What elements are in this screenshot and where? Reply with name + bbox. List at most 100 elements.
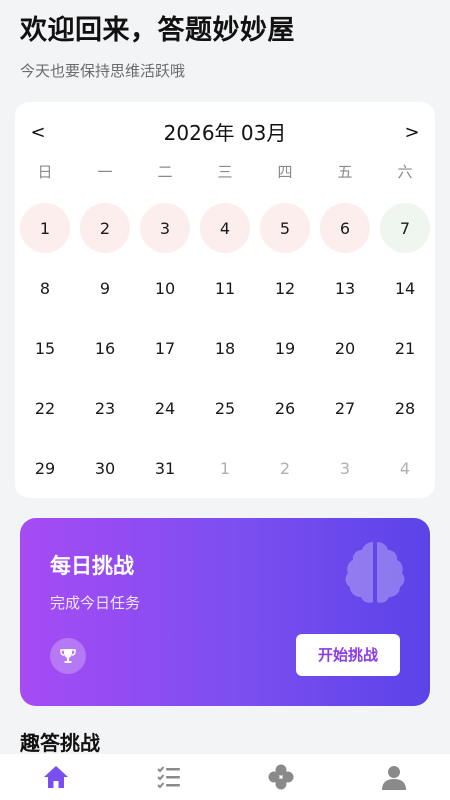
challenge-subtitle: 完成今日任务 — [50, 594, 141, 612]
calendar-day-label: 26 — [274, 398, 296, 418]
calendar-day[interactable]: 30 — [75, 438, 135, 498]
calendar-day-label: 31 — [154, 458, 176, 478]
calendar-day[interactable]: 19 — [255, 318, 315, 378]
calendar-day[interactable]: 8 — [15, 258, 75, 318]
calendar-day[interactable]: 2 — [255, 438, 315, 498]
calendar-day[interactable]: 31 — [135, 438, 195, 498]
calendar-day[interactable]: 5 — [255, 198, 315, 258]
calendar-day-label: 30 — [94, 458, 116, 478]
calendar-day[interactable]: 29 — [15, 438, 75, 498]
calendar-day-label: 6 — [320, 203, 370, 253]
calendar-day-label: 18 — [214, 338, 236, 358]
calendar-day[interactable]: 9 — [75, 258, 135, 318]
calendar-month-label: 2026年 03月 — [163, 121, 287, 145]
calendar-day-label: 9 — [99, 278, 111, 298]
calendar-day[interactable]: 1 — [195, 438, 255, 498]
calendar-day-label: 11 — [214, 278, 236, 298]
calendar-days-grid: 1 2 3 4 5 6 7 8 9 10 11 12 13 14 15 16 17 18 19 20 21 22 23 24 2… — [15, 198, 435, 498]
bottom-nav — [0, 754, 450, 800]
calendar-day[interactable]: 4 — [195, 198, 255, 258]
page-subtitle: 今天也要保持思维活跃哦 — [20, 62, 186, 80]
page-title: 欢迎回来，答题妙妙屋 — [20, 15, 295, 46]
calendar-day-label: 29 — [34, 458, 56, 478]
weekday-label: 二 — [157, 163, 173, 181]
calendar-day-label: 15 — [34, 338, 56, 358]
calendar-day-label: 8 — [39, 278, 51, 298]
weekday-label: 一 — [97, 163, 113, 181]
calendar-weekdays: 日 一 二 三 四 五 六 — [15, 160, 435, 184]
calendar-day[interactable]: 7 — [375, 198, 435, 258]
calendar-day-label: 19 — [274, 338, 296, 358]
calendar-day[interactable]: 13 — [315, 258, 375, 318]
calendar-day[interactable]: 28 — [375, 378, 435, 438]
nav-fun[interactable] — [225, 754, 338, 800]
calendar-day-label: 21 — [394, 338, 416, 358]
calendar-day-label: 16 — [94, 338, 116, 358]
calendar-day-label: 23 — [94, 398, 116, 418]
calendar-day[interactable]: 6 — [315, 198, 375, 258]
weekday-label: 四 — [277, 163, 293, 181]
calendar-day[interactable]: 27 — [315, 378, 375, 438]
calendar-day[interactable]: 12 — [255, 258, 315, 318]
calendar-day[interactable]: 24 — [135, 378, 195, 438]
trophy-badge — [50, 638, 86, 674]
clover-icon — [268, 764, 294, 790]
calendar-day[interactable]: 25 — [195, 378, 255, 438]
calendar-day[interactable]: 4 — [375, 438, 435, 498]
checklist-icon — [157, 766, 180, 789]
weekday-label: 三 — [217, 163, 233, 181]
daily-challenge-card: 每日挑战 完成今日任务 开始挑战 — [20, 518, 430, 706]
start-challenge-button[interactable]: 开始挑战 — [296, 634, 400, 676]
calendar-day[interactable]: 18 — [195, 318, 255, 378]
calendar-day-label: 1 — [20, 203, 70, 253]
calendar-day-label: 17 — [154, 338, 176, 358]
calendar-day[interactable]: 21 — [375, 318, 435, 378]
nav-profile[interactable] — [338, 754, 450, 800]
calendar-day-label: 3 — [339, 458, 351, 478]
calendar-day[interactable]: 2 — [75, 198, 135, 258]
calendar-day-label: 27 — [334, 398, 356, 418]
nav-tasks[interactable] — [113, 754, 226, 800]
calendar-day-label: 20 — [334, 338, 356, 358]
weekday-label: 日 — [37, 163, 53, 181]
calendar-day[interactable]: 10 — [135, 258, 195, 318]
calendar-day[interactable]: 1 — [15, 198, 75, 258]
calendar-day-label: 25 — [214, 398, 236, 418]
calendar-card: 2026年 03月 < > 日 一 二 三 四 五 六 1 2 3 4 5 6 7 8 9 10 1… — [15, 102, 435, 498]
calendar-day-label: 1 — [219, 458, 231, 478]
home-screen: 欢迎回来，答题妙妙屋 今天也要保持思维活跃哦 2026年 03月 < > 日 一… — [0, 0, 450, 800]
nav-home[interactable] — [0, 754, 113, 800]
calendar-day[interactable]: 3 — [135, 198, 195, 258]
calendar-day[interactable]: 14 — [375, 258, 435, 318]
calendar-day-label: 7 — [380, 203, 430, 253]
next-month-button[interactable]: > — [397, 118, 427, 148]
user-icon — [381, 766, 406, 790]
calendar-day-label: 2 — [80, 203, 130, 253]
trophy-icon — [60, 649, 76, 663]
calendar-day-label: 28 — [394, 398, 416, 418]
calendar-day[interactable]: 26 — [255, 378, 315, 438]
calendar-day-label: 22 — [34, 398, 56, 418]
calendar-day[interactable]: 16 — [75, 318, 135, 378]
calendar-day[interactable]: 23 — [75, 378, 135, 438]
weekday-label: 六 — [397, 163, 413, 181]
calendar-day-label: 3 — [140, 203, 190, 253]
calendar-day-label: 5 — [260, 203, 310, 253]
calendar-day[interactable]: 17 — [135, 318, 195, 378]
weekday-label: 五 — [337, 163, 353, 181]
calendar-day[interactable]: 22 — [15, 378, 75, 438]
calendar-day-label: 12 — [274, 278, 296, 298]
calendar-day-label: 2 — [279, 458, 291, 478]
section-title: 趣答挑战 — [20, 731, 100, 755]
prev-month-button[interactable]: < — [23, 118, 53, 148]
calendar-day[interactable]: 20 — [315, 318, 375, 378]
calendar-day-label: 13 — [334, 278, 356, 298]
calendar-day[interactable]: 15 — [15, 318, 75, 378]
calendar-day[interactable]: 11 — [195, 258, 255, 318]
calendar-day-label: 4 — [399, 458, 411, 478]
calendar-day-label: 14 — [394, 278, 416, 298]
calendar-day-label: 10 — [154, 278, 176, 298]
calendar-day-label: 24 — [154, 398, 176, 418]
challenge-title: 每日挑战 — [50, 554, 134, 578]
calendar-day[interactable]: 3 — [315, 438, 375, 498]
